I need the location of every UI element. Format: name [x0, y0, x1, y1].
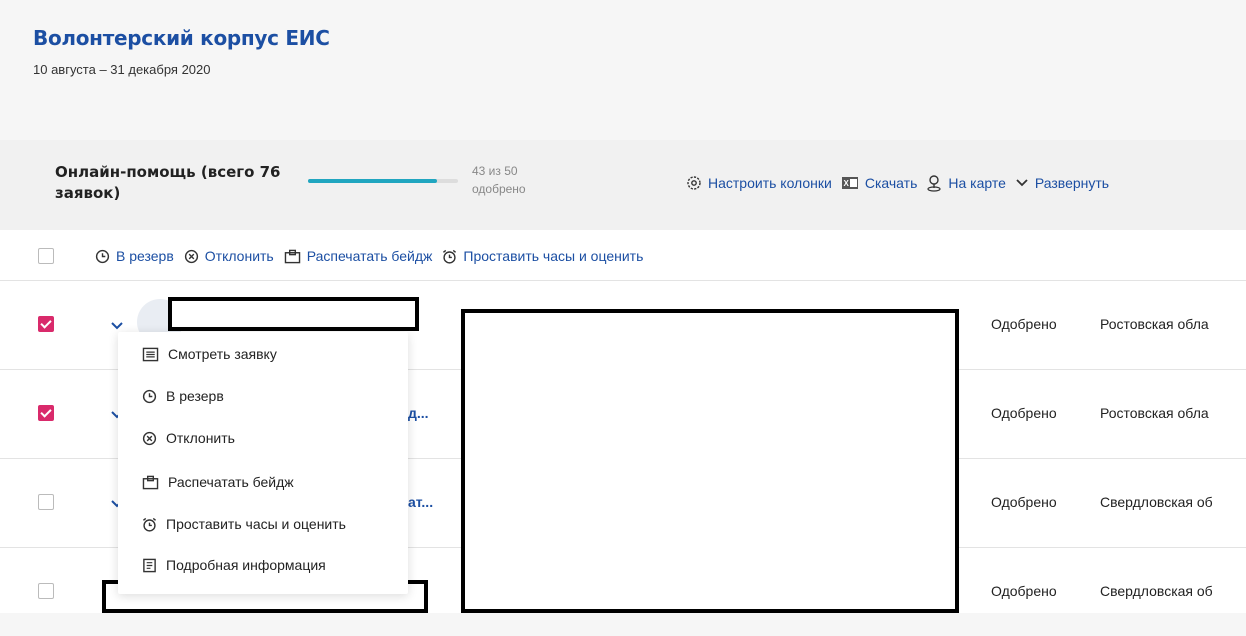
expand-button[interactable]: Развернуть [1015, 175, 1109, 191]
menu-print-badge[interactable]: Распечатать бейдж [142, 474, 294, 490]
menu-print-badge-label: Распечатать бейдж [168, 474, 294, 490]
page-title: Волонтерский корпус ЕИС [33, 26, 330, 50]
menu-view-application-label: Смотреть заявку [168, 346, 277, 362]
menu-set-hours-label: Проставить часы и оценить [166, 516, 346, 532]
approval-count: 43 из 50 [472, 164, 518, 178]
download-label: Скачать [864, 175, 918, 191]
reject-icon [142, 431, 157, 445]
row-region: Свердловская об [1100, 583, 1213, 599]
bulk-reject-label: Отклонить [204, 248, 274, 264]
row-status: Одобрено [991, 405, 1057, 421]
menu-reject-label: Отклонить [166, 430, 235, 446]
row-checkbox[interactable] [38, 316, 54, 332]
row-checkbox[interactable] [38, 583, 54, 599]
menu-reject[interactable]: Отклонить [142, 430, 235, 446]
row-status: Одобрено [991, 316, 1057, 332]
on-map-label: На карте [948, 175, 1006, 191]
bulk-reject-button[interactable]: Отклонить [184, 248, 274, 264]
menu-reserve[interactable]: В резерв [142, 388, 224, 404]
svg-text:X: X [843, 179, 849, 188]
approval-progress-text: 43 из 50 одобрено [472, 162, 526, 198]
expand-label: Развернуть [1034, 175, 1110, 191]
menu-reserve-label: В резерв [166, 388, 224, 404]
reject-icon [184, 249, 198, 263]
approval-progress-bar [308, 179, 458, 183]
redacted-block [461, 309, 959, 613]
excel-icon: X [841, 177, 858, 189]
info-document-icon [143, 558, 156, 572]
row-status: Одобрено [991, 494, 1057, 510]
chevron-down-icon[interactable] [110, 321, 124, 331]
chevron-down-icon [1016, 179, 1028, 187]
alarm-clock-icon [142, 517, 157, 532]
badge-icon [284, 249, 300, 263]
group-title: Онлайн-помощь (всего 76 заявок) [55, 163, 281, 202]
bulk-reserve-label: В резерв [116, 248, 174, 264]
bulk-reserve-button[interactable]: В резерв [95, 248, 174, 264]
bulk-actions: В резерв Отклонить Распечатать бейдж Про… [95, 248, 653, 264]
download-button[interactable]: X Скачать [841, 175, 918, 191]
configure-columns-button[interactable]: Настроить колонки [686, 175, 832, 191]
approval-progress-fill [308, 179, 437, 183]
bulk-set-hours-label: Проставить часы и оценить [463, 248, 644, 264]
bulk-print-badge-label: Распечатать бейдж [306, 248, 433, 264]
map-pin-icon [927, 175, 941, 192]
row-context-menu: Смотреть заявку В резерв Отклонить Распе… [118, 332, 408, 594]
menu-details[interactable]: Подробная информация [142, 557, 326, 573]
approval-label: одобрено [472, 182, 526, 196]
document-icon [142, 347, 159, 361]
on-map-button[interactable]: На карте [926, 174, 1006, 192]
menu-details-label: Подробная информация [166, 557, 326, 573]
row-checkbox[interactable] [38, 405, 54, 421]
menu-set-hours[interactable]: Проставить часы и оценить [142, 516, 346, 532]
badge-icon [142, 475, 159, 489]
row-region: Ростовская обла [1100, 405, 1209, 421]
row-status: Одобрено [991, 583, 1057, 599]
page-dates: 10 августа – 31 декабря 2020 [33, 62, 211, 77]
select-all-checkbox[interactable] [38, 248, 54, 264]
alarm-clock-icon [443, 249, 457, 264]
bulk-print-badge-button[interactable]: Распечатать бейдж [284, 248, 433, 264]
row-region: Свердловская об [1100, 494, 1213, 510]
row-name[interactable]: д... [408, 405, 429, 421]
gear-icon [687, 176, 701, 190]
group-toolbar: Настроить колонки X Скачать На карте Раз… [686, 174, 1118, 192]
redacted-name [168, 297, 419, 331]
page-header: Волонтерский корпус ЕИС 10 августа – 31 … [0, 0, 1246, 140]
bulk-set-hours-button[interactable]: Проставить часы и оценить [442, 248, 643, 264]
row-region: Ростовская обла [1100, 316, 1209, 332]
clock-icon [95, 249, 110, 263]
configure-columns-label: Настроить колонки [708, 175, 832, 191]
row-name[interactable]: ат... [408, 494, 433, 510]
menu-view-application[interactable]: Смотреть заявку [142, 346, 277, 362]
row-checkbox[interactable] [38, 494, 54, 510]
clock-icon [142, 389, 157, 403]
